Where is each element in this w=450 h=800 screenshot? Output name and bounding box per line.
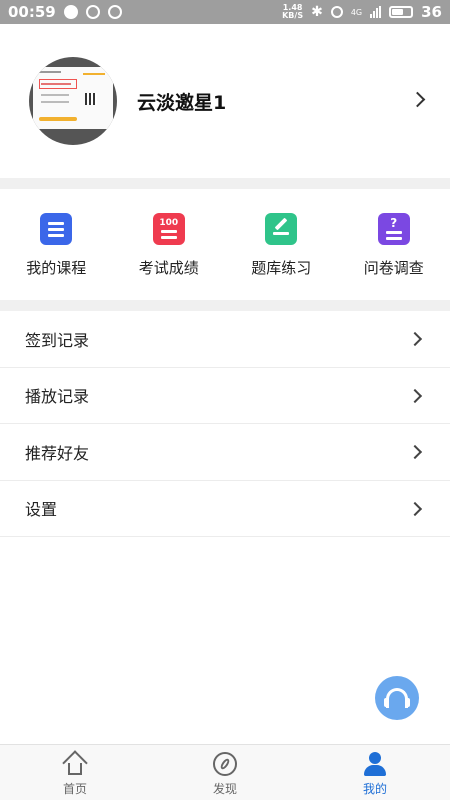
network-speed-unit: KB/S — [282, 11, 304, 20]
grid-item-label: 题库练习 — [251, 259, 312, 277]
section-divider — [0, 178, 450, 189]
grid-item-survey[interactable]: ? 问卷调查 — [338, 189, 450, 300]
grid-item-label: 考试成绩 — [138, 259, 199, 277]
grid-item-question-bank[interactable]: 题库练习 — [225, 189, 338, 300]
customer-service-button[interactable] — [375, 676, 419, 720]
menu-item-play-records[interactable]: 播放记录 — [0, 368, 450, 424]
status-bar: 00:59 1.48 KB/S ✱ 4G 36 — [0, 0, 450, 24]
nav-item-label: 首页 — [62, 782, 87, 796]
question-bank-edit-icon — [265, 213, 298, 245]
chevron-right-icon — [407, 501, 423, 516]
menu-item-checkin-records[interactable]: 签到记录 — [0, 311, 450, 368]
status-time: 00:59 — [8, 3, 56, 21]
profile-header[interactable]: 云淡邀星1 — [0, 24, 450, 178]
exam-score-icon: 100 — [152, 213, 185, 245]
grid-item-my-courses[interactable]: 我的课程 — [0, 189, 113, 300]
exam-score-icon-text: 100 — [159, 218, 179, 228]
hotspot-notification-icon — [107, 5, 122, 19]
nav-item-label: 我的 — [362, 782, 387, 796]
grid-item-label: 问卷调查 — [363, 259, 424, 277]
menu-item-settings[interactable]: 设置 — [0, 481, 450, 537]
nav-item-home[interactable]: 首页 — [0, 745, 150, 800]
course-list-icon — [40, 213, 73, 245]
network-speed: 1.48 KB/S — [282, 4, 303, 20]
grid-item-exam-scores[interactable]: 100 考试成绩 — [113, 189, 226, 300]
alarm-icon — [330, 6, 343, 18]
menu-item-label: 签到记录 — [25, 330, 90, 350]
menu-item-label: 推荐好友 — [25, 443, 90, 463]
grid-item-label: 我的课程 — [26, 259, 87, 277]
survey-question-icon: ? — [377, 213, 410, 245]
signal-label: 4G — [350, 7, 363, 17]
bluetooth-icon: ✱ — [311, 4, 323, 20]
menu-item-label: 播放记录 — [25, 387, 90, 407]
compass-icon — [213, 752, 237, 776]
headset-icon — [384, 688, 410, 708]
home-icon — [62, 750, 88, 776]
section-divider — [0, 300, 450, 311]
avatar-image — [33, 67, 113, 129]
chevron-right-icon — [407, 388, 423, 403]
survey-icon-text: ? — [390, 215, 398, 230]
menu-item-label: 设置 — [25, 500, 58, 520]
battery-level: 36 — [421, 3, 442, 21]
battery-icon — [389, 6, 414, 18]
quick-actions-grid: 我的课程 100 考试成绩 题库练习 ? 问卷调查 — [0, 189, 450, 300]
user-icon — [363, 752, 387, 776]
avatar[interactable] — [29, 57, 117, 145]
chat-notification-icon — [63, 5, 78, 19]
username: 云淡邀星1 — [137, 91, 227, 114]
check-notification-icon — [85, 5, 100, 19]
nav-item-mine[interactable]: 我的 — [300, 745, 450, 800]
nav-item-discover[interactable]: 发现 — [150, 745, 300, 800]
menu-item-recommend-friends[interactable]: 推荐好友 — [0, 424, 450, 481]
bottom-nav: 首页 发现 我的 — [0, 744, 450, 800]
chevron-right-icon — [407, 331, 423, 347]
menu-list: 签到记录 播放记录 推荐好友 设置 — [0, 311, 450, 537]
nav-item-label: 发现 — [212, 782, 237, 796]
signal-bars-icon — [370, 6, 382, 18]
chevron-right-icon[interactable] — [409, 91, 426, 108]
chevron-right-icon — [407, 444, 423, 460]
